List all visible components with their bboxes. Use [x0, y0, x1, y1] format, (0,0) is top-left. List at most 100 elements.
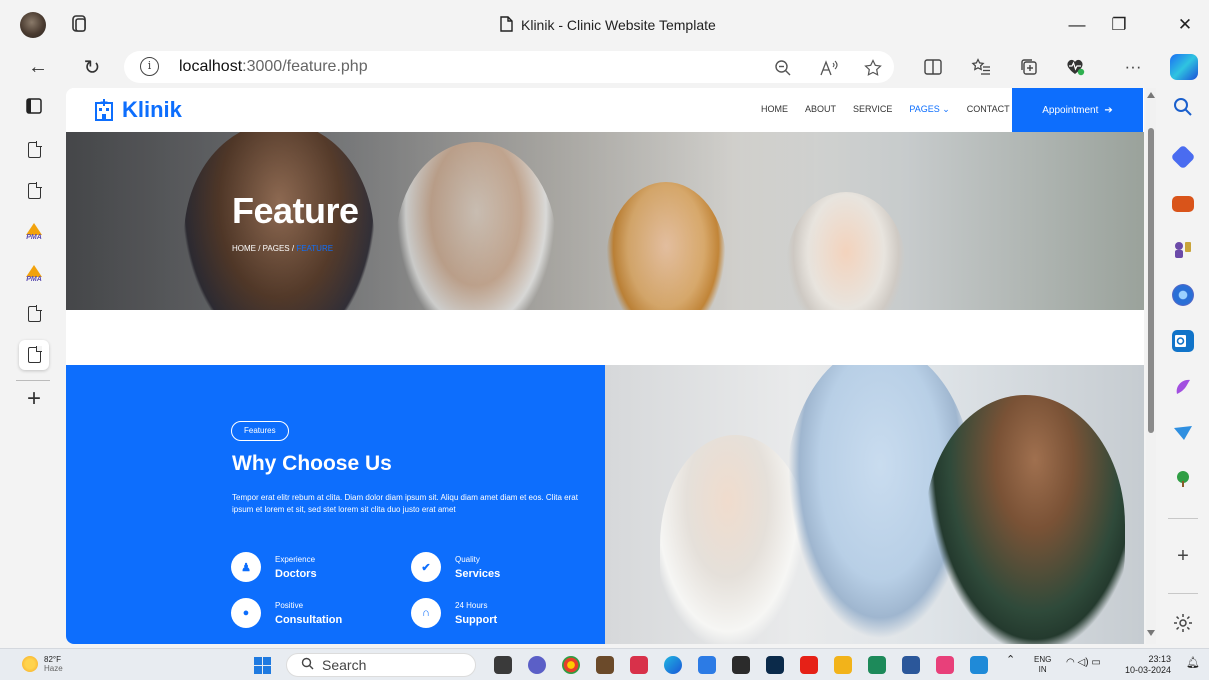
scrollbar-thumb[interactable] — [1148, 128, 1154, 433]
section-badge: Features — [231, 421, 289, 441]
tab-phpmyadmin-1[interactable]: PMA — [22, 220, 46, 244]
photoshop-icon[interactable] — [766, 656, 784, 674]
refresh-button[interactable]: ↻ — [78, 53, 106, 81]
nav-pages[interactable]: PAGES ⌄ — [909, 104, 949, 115]
health-extension-icon[interactable] — [1062, 54, 1088, 80]
site-navbar: Klinik HOME ABOUT SERVICE PAGES ⌄ CONTAC… — [66, 88, 1144, 132]
youtube-icon[interactable] — [800, 656, 818, 674]
task-view-icon[interactable] — [494, 656, 512, 674]
settings-gear-icon[interactable] — [1172, 612, 1194, 634]
app-icon[interactable] — [936, 656, 954, 674]
hero-overlay — [66, 132, 1144, 310]
scroll-down-arrow-icon[interactable] — [1147, 630, 1155, 636]
edge-icon[interactable] — [664, 656, 682, 674]
breadcrumb-pages[interactable]: PAGES — [263, 244, 290, 253]
feature-caption: Positive — [275, 600, 304, 610]
input-language[interactable]: ENG IN — [1034, 655, 1051, 675]
vscode-icon[interactable] — [970, 656, 988, 674]
tab-pane-icon[interactable] — [22, 94, 46, 118]
nav-contact[interactable]: CONTACT — [967, 104, 1010, 115]
breadcrumb-home[interactable]: HOME — [232, 244, 256, 253]
scroll-up-arrow-icon[interactable] — [1147, 92, 1155, 98]
vertical-tabs: PMA PMA + — [0, 88, 66, 648]
copilot-icon[interactable] — [1170, 54, 1198, 80]
more-menu-icon[interactable]: ··· — [1120, 54, 1146, 80]
close-button[interactable]: ✕ — [1170, 12, 1200, 38]
terminal-icon[interactable] — [732, 656, 750, 674]
arrow-right-icon: ➔ — [1104, 104, 1113, 116]
user-md-icon: ♟ — [231, 552, 261, 582]
window-titlebar: Klinik - Clinic Website Template — ❐ ✕ — [0, 0, 1209, 50]
check-icon: ✔ — [411, 552, 441, 582]
notifications-bell-icon[interactable]: 🔔︎ — [1186, 658, 1200, 669]
url-path: :3000/feature.php — [242, 58, 368, 75]
notepad-icon[interactable] — [698, 656, 716, 674]
address-bar[interactable]: i localhost:3000/feature.php — [124, 51, 894, 83]
feature-caption: Experience — [275, 554, 316, 564]
favorites-list-icon[interactable] — [968, 54, 994, 80]
nav-about[interactable]: ABOUT — [805, 104, 836, 115]
chrome-icon[interactable] — [562, 656, 580, 674]
profile-avatar[interactable] — [20, 12, 46, 38]
favorite-star-icon[interactable] — [860, 55, 886, 81]
appointment-button[interactable]: Appointment ➔ — [1012, 88, 1143, 132]
tab-actions-icon[interactable] — [68, 13, 90, 35]
feature-heading: Consultation — [275, 613, 343, 626]
app-icon[interactable] — [868, 656, 886, 674]
phpmyadmin-icon: PMA — [23, 223, 45, 241]
tools-briefcase-icon[interactable] — [1172, 196, 1194, 212]
nav-home[interactable]: HOME — [761, 104, 788, 115]
site-info-icon[interactable]: i — [140, 57, 159, 76]
refresh-icon: ↻ — [83, 56, 101, 79]
tab-active-feature[interactable] — [19, 340, 49, 370]
url-text[interactable]: localhost:3000/feature.php — [179, 58, 368, 76]
nav-pages-label: PAGES — [909, 104, 940, 114]
back-button[interactable]: ← — [24, 53, 52, 81]
tab-page-3[interactable] — [22, 302, 46, 326]
word-icon[interactable] — [902, 656, 920, 674]
split-screen-icon[interactable] — [920, 54, 946, 80]
microsoft-365-icon[interactable] — [1172, 284, 1194, 306]
drop-send-icon[interactable] — [1172, 422, 1194, 444]
page-scrollbar[interactable] — [1146, 88, 1156, 644]
tray-overflow-chevron-icon[interactable]: ⌃ — [1006, 655, 1015, 666]
photo-person — [925, 395, 1125, 644]
region-code: IN — [1038, 665, 1047, 674]
tab-page-1[interactable] — [22, 138, 46, 162]
new-tab-button[interactable]: + — [22, 387, 46, 412]
designer-icon[interactable] — [1172, 376, 1194, 398]
feature-heading: Doctors — [275, 567, 317, 580]
web-page: Klinik HOME ABOUT SERVICE PAGES ⌄ CONTAC… — [66, 88, 1144, 644]
minimize-button[interactable]: — — [1062, 12, 1092, 38]
app-icon[interactable] — [596, 656, 614, 674]
add-sidebar-app-button[interactable]: + — [1172, 546, 1194, 568]
feature-text-panel: Features Why Choose Us Tempor erat elitr… — [66, 365, 605, 644]
clock-date: 10-03-2024 — [1125, 665, 1172, 675]
search-label: Search — [322, 657, 367, 673]
weather-widget[interactable]: 82°F Haze — [22, 655, 63, 673]
clock-time: 23:13 — [1148, 654, 1172, 664]
app-icon[interactable] — [630, 656, 648, 674]
system-clock[interactable]: 23:13 10-03-2024 — [1125, 654, 1171, 676]
tree-extension-icon[interactable] — [1172, 468, 1194, 490]
shopping-tag-icon[interactable] — [1170, 144, 1196, 170]
feature-caption: 24 Hours — [455, 600, 488, 610]
search-icon[interactable] — [1172, 96, 1194, 118]
sidebar-divider — [1168, 593, 1198, 594]
collections-icon[interactable] — [1016, 54, 1042, 80]
teams-chat-icon[interactable] — [528, 656, 546, 674]
windows-start-icon[interactable] — [254, 657, 271, 674]
tab-page-2[interactable] — [22, 179, 46, 203]
site-brand[interactable]: Klinik — [94, 97, 182, 123]
hospital-building-icon — [94, 99, 114, 121]
restore-button[interactable]: ❐ — [1104, 12, 1134, 38]
nav-service[interactable]: SERVICE — [853, 104, 892, 115]
file-explorer-icon[interactable] — [834, 656, 852, 674]
tab-phpmyadmin-2[interactable]: PMA — [22, 262, 46, 286]
taskbar-search[interactable]: Search — [286, 653, 476, 677]
read-aloud-icon[interactable] — [816, 55, 842, 81]
wifi-sound-battery-icons[interactable]: ◠ ◁) ▭ — [1066, 658, 1101, 668]
outlook-icon[interactable] — [1172, 330, 1194, 352]
zoom-icon[interactable] — [770, 55, 796, 81]
games-icon[interactable] — [1172, 238, 1194, 260]
